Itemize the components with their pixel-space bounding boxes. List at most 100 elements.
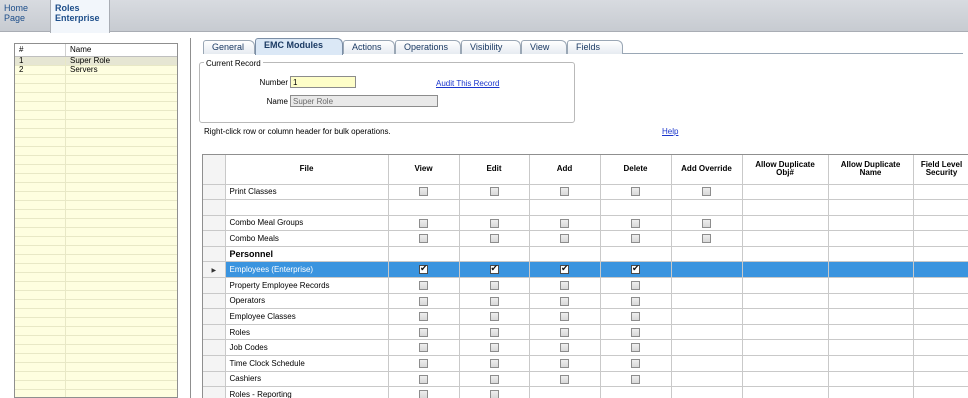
row-indicator[interactable] xyxy=(203,339,226,357)
file-cell[interactable]: Employee Classes xyxy=(225,308,389,325)
allow-duplicate-name-cell[interactable] xyxy=(828,215,914,232)
allow-duplicate-obj-cell[interactable] xyxy=(742,324,829,341)
file-cell[interactable]: Combo Meal Groups xyxy=(225,215,389,232)
allow-duplicate-name-cell[interactable] xyxy=(828,293,914,310)
view-checkbox[interactable] xyxy=(419,390,428,398)
view-checkbox[interactable] xyxy=(419,263,428,275)
delete-checkbox[interactable] xyxy=(631,374,640,384)
grid-col-add-override[interactable]: Add Override xyxy=(671,155,743,185)
field-level-security-cell[interactable] xyxy=(913,277,968,294)
allow-duplicate-obj-cell[interactable] xyxy=(742,371,829,388)
delete-checkbox[interactable] xyxy=(631,263,640,275)
allow-duplicate-obj-cell[interactable] xyxy=(742,184,829,201)
allow-duplicate-name-cell[interactable] xyxy=(828,339,914,357)
file-cell[interactable]: Roles - Reporting xyxy=(225,386,389,398)
view-checkbox[interactable] xyxy=(419,234,428,244)
edit-checkbox[interactable] xyxy=(489,359,499,369)
file-cell[interactable]: Property Employee Records xyxy=(225,277,389,294)
tab-fields[interactable]: Fields xyxy=(567,40,623,54)
delete-checkbox[interactable] xyxy=(631,359,640,369)
view-checkbox[interactable] xyxy=(419,374,428,384)
edit-checkbox[interactable] xyxy=(489,327,499,337)
delete-checkbox[interactable] xyxy=(631,327,640,337)
file-cell[interactable]: Roles xyxy=(225,324,389,341)
allow-duplicate-obj-cell[interactable] xyxy=(742,199,829,216)
table-row[interactable]: Combo Meal Groups xyxy=(203,215,968,232)
table-row[interactable]: Cashiers xyxy=(203,371,968,388)
table-row[interactable]: Operators xyxy=(203,293,968,310)
row-indicator[interactable]: ▶ xyxy=(203,261,226,279)
name-field[interactable]: Super Role xyxy=(290,95,438,107)
allow-duplicate-obj-cell[interactable] xyxy=(742,293,829,310)
row-indicator[interactable] xyxy=(203,199,226,216)
row-indicator[interactable] xyxy=(203,215,226,232)
view-checkbox[interactable] xyxy=(419,359,428,369)
delete-checkbox[interactable] xyxy=(631,218,640,228)
add-checkbox[interactable] xyxy=(560,263,569,275)
help-link[interactable]: Help xyxy=(662,127,678,136)
field-level-security-cell[interactable] xyxy=(913,215,968,232)
grid-col-edit[interactable]: Edit xyxy=(459,155,530,185)
field-level-security-cell[interactable] xyxy=(913,246,968,263)
add-checkbox[interactable] xyxy=(560,343,569,353)
row-indicator[interactable] xyxy=(203,246,226,263)
allow-duplicate-name-cell[interactable] xyxy=(828,199,914,216)
add-checkbox[interactable] xyxy=(560,187,569,197)
row-indicator[interactable] xyxy=(203,371,226,388)
roles-list[interactable]: # Name 1 Super Role 2 Servers xyxy=(14,43,178,398)
allow-duplicate-name-cell[interactable] xyxy=(828,355,914,372)
allow-duplicate-obj-cell[interactable] xyxy=(742,246,829,263)
allow-duplicate-obj-cell[interactable] xyxy=(742,230,829,247)
grid-col-file[interactable]: File xyxy=(225,155,389,185)
allow-duplicate-obj-cell[interactable] xyxy=(742,261,829,279)
add-checkbox[interactable] xyxy=(560,359,569,369)
add-checkbox[interactable] xyxy=(560,374,569,384)
allow-duplicate-name-cell[interactable] xyxy=(828,371,914,388)
table-row[interactable]: ▶ Employees (Enterprise) xyxy=(203,261,968,279)
row-indicator[interactable] xyxy=(203,293,226,310)
allow-duplicate-name-cell[interactable] xyxy=(828,308,914,325)
edit-checkbox[interactable] xyxy=(489,343,499,353)
edit-checkbox[interactable] xyxy=(489,187,499,197)
grid-col-allow-duplicate-obj[interactable]: Allow Duplicate Obj# xyxy=(742,155,829,185)
field-level-security-cell[interactable] xyxy=(913,261,968,279)
view-checkbox[interactable] xyxy=(419,281,428,291)
table-row[interactable]: Print Classes xyxy=(203,184,968,201)
file-cell[interactable]: Print Classes xyxy=(225,184,389,201)
allow-duplicate-name-cell[interactable] xyxy=(828,324,914,341)
add-override-checkbox[interactable] xyxy=(702,234,711,244)
allow-duplicate-obj-cell[interactable] xyxy=(742,308,829,325)
grid-col-allow-duplicate-name[interactable]: Allow Duplicate Name xyxy=(828,155,914,185)
delete-checkbox[interactable] xyxy=(631,281,640,291)
tab-operations[interactable]: Operations xyxy=(395,40,461,54)
view-checkbox[interactable] xyxy=(419,218,428,228)
edit-checkbox[interactable] xyxy=(489,263,499,275)
table-row[interactable]: Job Codes xyxy=(203,339,968,357)
row-indicator[interactable] xyxy=(203,324,226,341)
home-page-tab[interactable]: Home Page xyxy=(0,0,40,32)
field-level-security-cell[interactable] xyxy=(913,324,968,341)
field-level-security-cell[interactable] xyxy=(913,230,968,247)
add-checkbox[interactable] xyxy=(560,281,569,291)
table-row[interactable]: Employee Classes xyxy=(203,308,968,325)
edit-checkbox[interactable] xyxy=(489,281,499,291)
add-override-checkbox[interactable] xyxy=(702,218,711,228)
field-level-security-cell[interactable] xyxy=(913,371,968,388)
edit-checkbox[interactable] xyxy=(489,296,499,306)
allow-duplicate-obj-cell[interactable] xyxy=(742,277,829,294)
edit-checkbox[interactable] xyxy=(489,234,499,244)
allow-duplicate-name-cell[interactable] xyxy=(828,246,914,263)
number-field[interactable]: 1 xyxy=(290,76,356,88)
grid-col-add[interactable]: Add xyxy=(529,155,601,185)
allow-duplicate-name-cell[interactable] xyxy=(828,261,914,279)
file-cell[interactable]: Cashiers xyxy=(225,371,389,388)
row-indicator[interactable] xyxy=(203,184,226,201)
allow-duplicate-obj-cell[interactable] xyxy=(742,339,829,357)
field-level-security-cell[interactable] xyxy=(913,339,968,357)
add-override-checkbox[interactable] xyxy=(702,187,711,197)
allow-duplicate-name-cell[interactable] xyxy=(828,184,914,201)
roles-list-row[interactable]: 2 Servers xyxy=(15,66,177,75)
permissions-grid[interactable]: File View Edit Add Delete Add Override A… xyxy=(202,154,968,398)
allow-duplicate-name-cell[interactable] xyxy=(828,277,914,294)
table-row[interactable]: Property Employee Records xyxy=(203,277,968,294)
